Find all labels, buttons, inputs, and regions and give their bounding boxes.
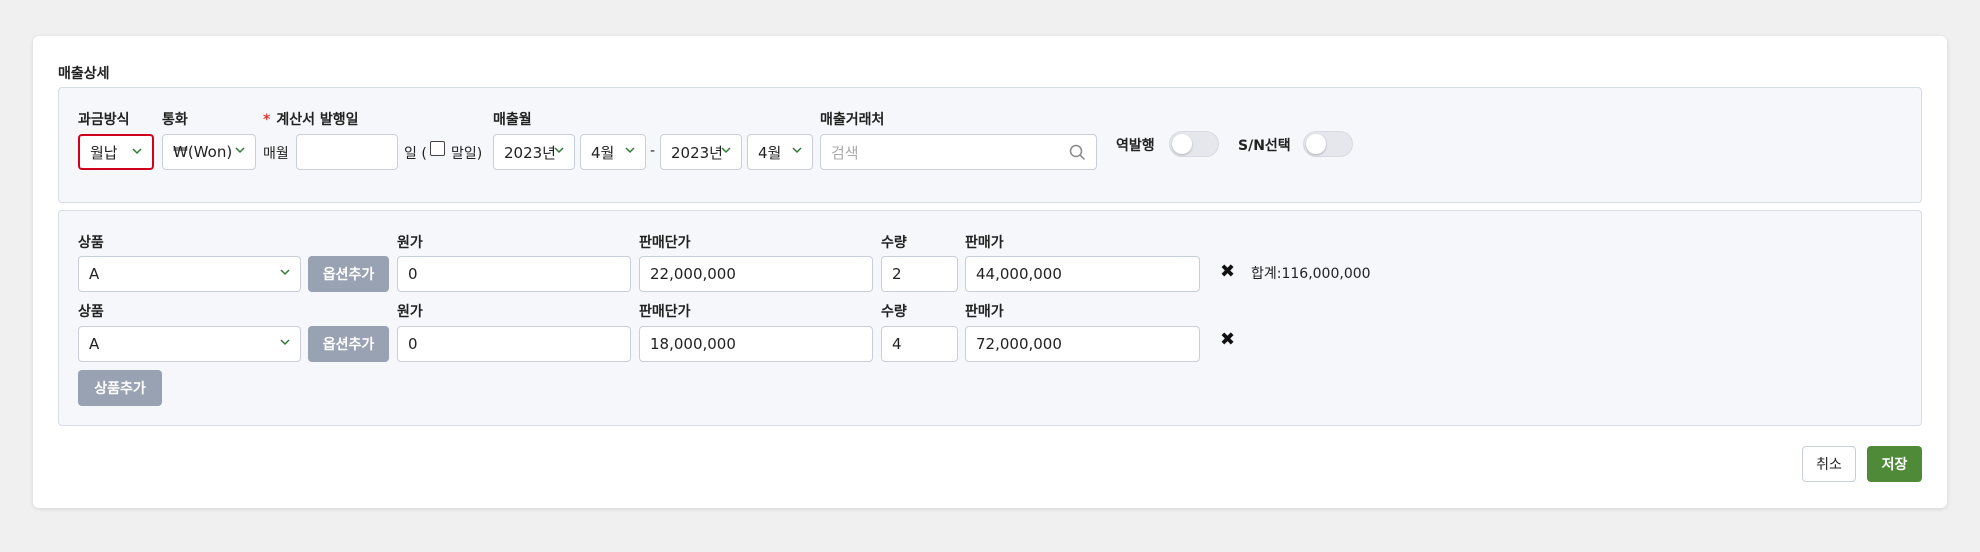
billing-label: 과금방식 bbox=[78, 112, 130, 128]
required-mark: * bbox=[263, 112, 271, 128]
save-button[interactable]: 저장 bbox=[1867, 446, 1922, 482]
start-year-value: 2023년 bbox=[504, 143, 556, 162]
section-title: 매출상세 bbox=[58, 66, 110, 82]
unit-price-input[interactable]: 22,000,000 bbox=[639, 256, 873, 292]
chevron-down-icon bbox=[235, 147, 245, 154]
chevron-down-icon bbox=[132, 148, 142, 155]
add-option-button[interactable]: 옵션추가 bbox=[308, 256, 389, 292]
last-day-checkbox[interactable] bbox=[430, 141, 445, 156]
product-select[interactable]: A bbox=[78, 256, 301, 292]
invoice-suffix: 일 ( bbox=[404, 146, 427, 162]
unit-price-value: 18,000,000 bbox=[650, 335, 736, 353]
last-day-label: 말일) bbox=[451, 146, 483, 162]
end-month-value: 4월 bbox=[758, 143, 782, 162]
unit-price-value: 22,000,000 bbox=[650, 265, 736, 283]
qty-value: 2 bbox=[892, 265, 902, 283]
reverse-issue-toggle[interactable] bbox=[1169, 131, 1219, 157]
currency-value: ₩(Won) bbox=[173, 143, 233, 161]
cost-label: 원가 bbox=[397, 235, 423, 251]
start-month-value: 4월 bbox=[591, 143, 615, 162]
chevron-down-icon bbox=[721, 147, 731, 154]
sale-price-input[interactable]: 44,000,000 bbox=[965, 256, 1200, 292]
invoice-day-input[interactable] bbox=[296, 134, 398, 170]
qty-label: 수량 bbox=[881, 304, 907, 320]
sale-price-label: 판매가 bbox=[965, 235, 1004, 251]
currency-select[interactable]: ₩(Won) bbox=[162, 134, 256, 170]
chevron-down-icon bbox=[792, 147, 802, 154]
cost-input[interactable]: 0 bbox=[397, 256, 631, 292]
chevron-down-icon bbox=[280, 269, 290, 276]
filter-panel: 과금방식 월납 통화 ₩(Won) * 계산서 발행일 매월 일 ( 말일) 매출… bbox=[58, 87, 1922, 203]
toggle-knob bbox=[1172, 134, 1192, 154]
invoice-prefix: 매월 bbox=[263, 146, 289, 162]
unit-price-input[interactable]: 18,000,000 bbox=[639, 326, 873, 362]
total-text: 합계:116,000,000 bbox=[1251, 266, 1371, 282]
billing-value: 월납 bbox=[90, 143, 118, 162]
product-value: A bbox=[89, 335, 100, 353]
end-year-select[interactable]: 2023년 bbox=[660, 134, 742, 170]
range-separator: - bbox=[650, 143, 656, 159]
qty-input[interactable]: 2 bbox=[881, 256, 958, 292]
sale-price-input[interactable]: 72,000,000 bbox=[965, 326, 1200, 362]
product-label: 상품 bbox=[78, 235, 104, 251]
cost-input[interactable]: 0 bbox=[397, 326, 631, 362]
search-icon[interactable] bbox=[1069, 144, 1086, 161]
billing-select[interactable]: 월납 bbox=[78, 134, 154, 170]
end-month-select[interactable]: 4월 bbox=[747, 134, 813, 170]
toggle-knob bbox=[1306, 134, 1326, 154]
add-product-button[interactable]: 상품추가 bbox=[78, 370, 162, 406]
sale-price-value: 44,000,000 bbox=[976, 265, 1062, 283]
chevron-down-icon bbox=[554, 147, 564, 154]
sale-price-value: 72,000,000 bbox=[976, 335, 1062, 353]
chevron-down-icon bbox=[280, 339, 290, 346]
cancel-button[interactable]: 취소 bbox=[1802, 446, 1856, 482]
cost-value: 0 bbox=[408, 335, 418, 353]
client-label: 매출거래처 bbox=[820, 112, 885, 128]
end-year-value: 2023년 bbox=[671, 143, 723, 162]
sn-select-label: S/N선택 bbox=[1238, 138, 1291, 154]
client-search-input[interactable]: 검색 bbox=[820, 134, 1097, 170]
cost-label: 원가 bbox=[397, 304, 423, 320]
reverse-issue-label: 역발행 bbox=[1116, 138, 1155, 154]
qty-input[interactable]: 4 bbox=[881, 326, 958, 362]
qty-label: 수량 bbox=[881, 235, 907, 251]
add-option-button[interactable]: 옵션추가 bbox=[308, 326, 389, 362]
client-search-placeholder: 검색 bbox=[831, 143, 859, 162]
close-icon[interactable]: ✖ bbox=[1220, 329, 1235, 350]
product-panel: 상품 원가 판매단가 수량 판매가 A 옵션추가 0 22,000,000 2 … bbox=[58, 210, 1922, 426]
product-value: A bbox=[89, 265, 100, 283]
close-icon[interactable]: ✖ bbox=[1220, 261, 1235, 282]
currency-label: 통화 bbox=[162, 112, 188, 128]
qty-value: 4 bbox=[892, 335, 902, 353]
sale-price-label: 판매가 bbox=[965, 304, 1004, 320]
product-label: 상품 bbox=[78, 304, 104, 320]
start-year-select[interactable]: 2023년 bbox=[493, 134, 575, 170]
product-select[interactable]: A bbox=[78, 326, 301, 362]
unit-price-label: 판매단가 bbox=[639, 235, 691, 251]
invoice-date-label: * 계산서 발행일 bbox=[263, 109, 358, 129]
cost-value: 0 bbox=[408, 265, 418, 283]
sn-select-toggle[interactable] bbox=[1303, 131, 1353, 157]
invoice-date-label-text: 계산서 발행일 bbox=[276, 112, 359, 128]
unit-price-label: 판매단가 bbox=[639, 304, 691, 320]
chevron-down-icon bbox=[625, 147, 635, 154]
sales-month-label: 매출월 bbox=[493, 112, 532, 128]
start-month-select[interactable]: 4월 bbox=[580, 134, 646, 170]
